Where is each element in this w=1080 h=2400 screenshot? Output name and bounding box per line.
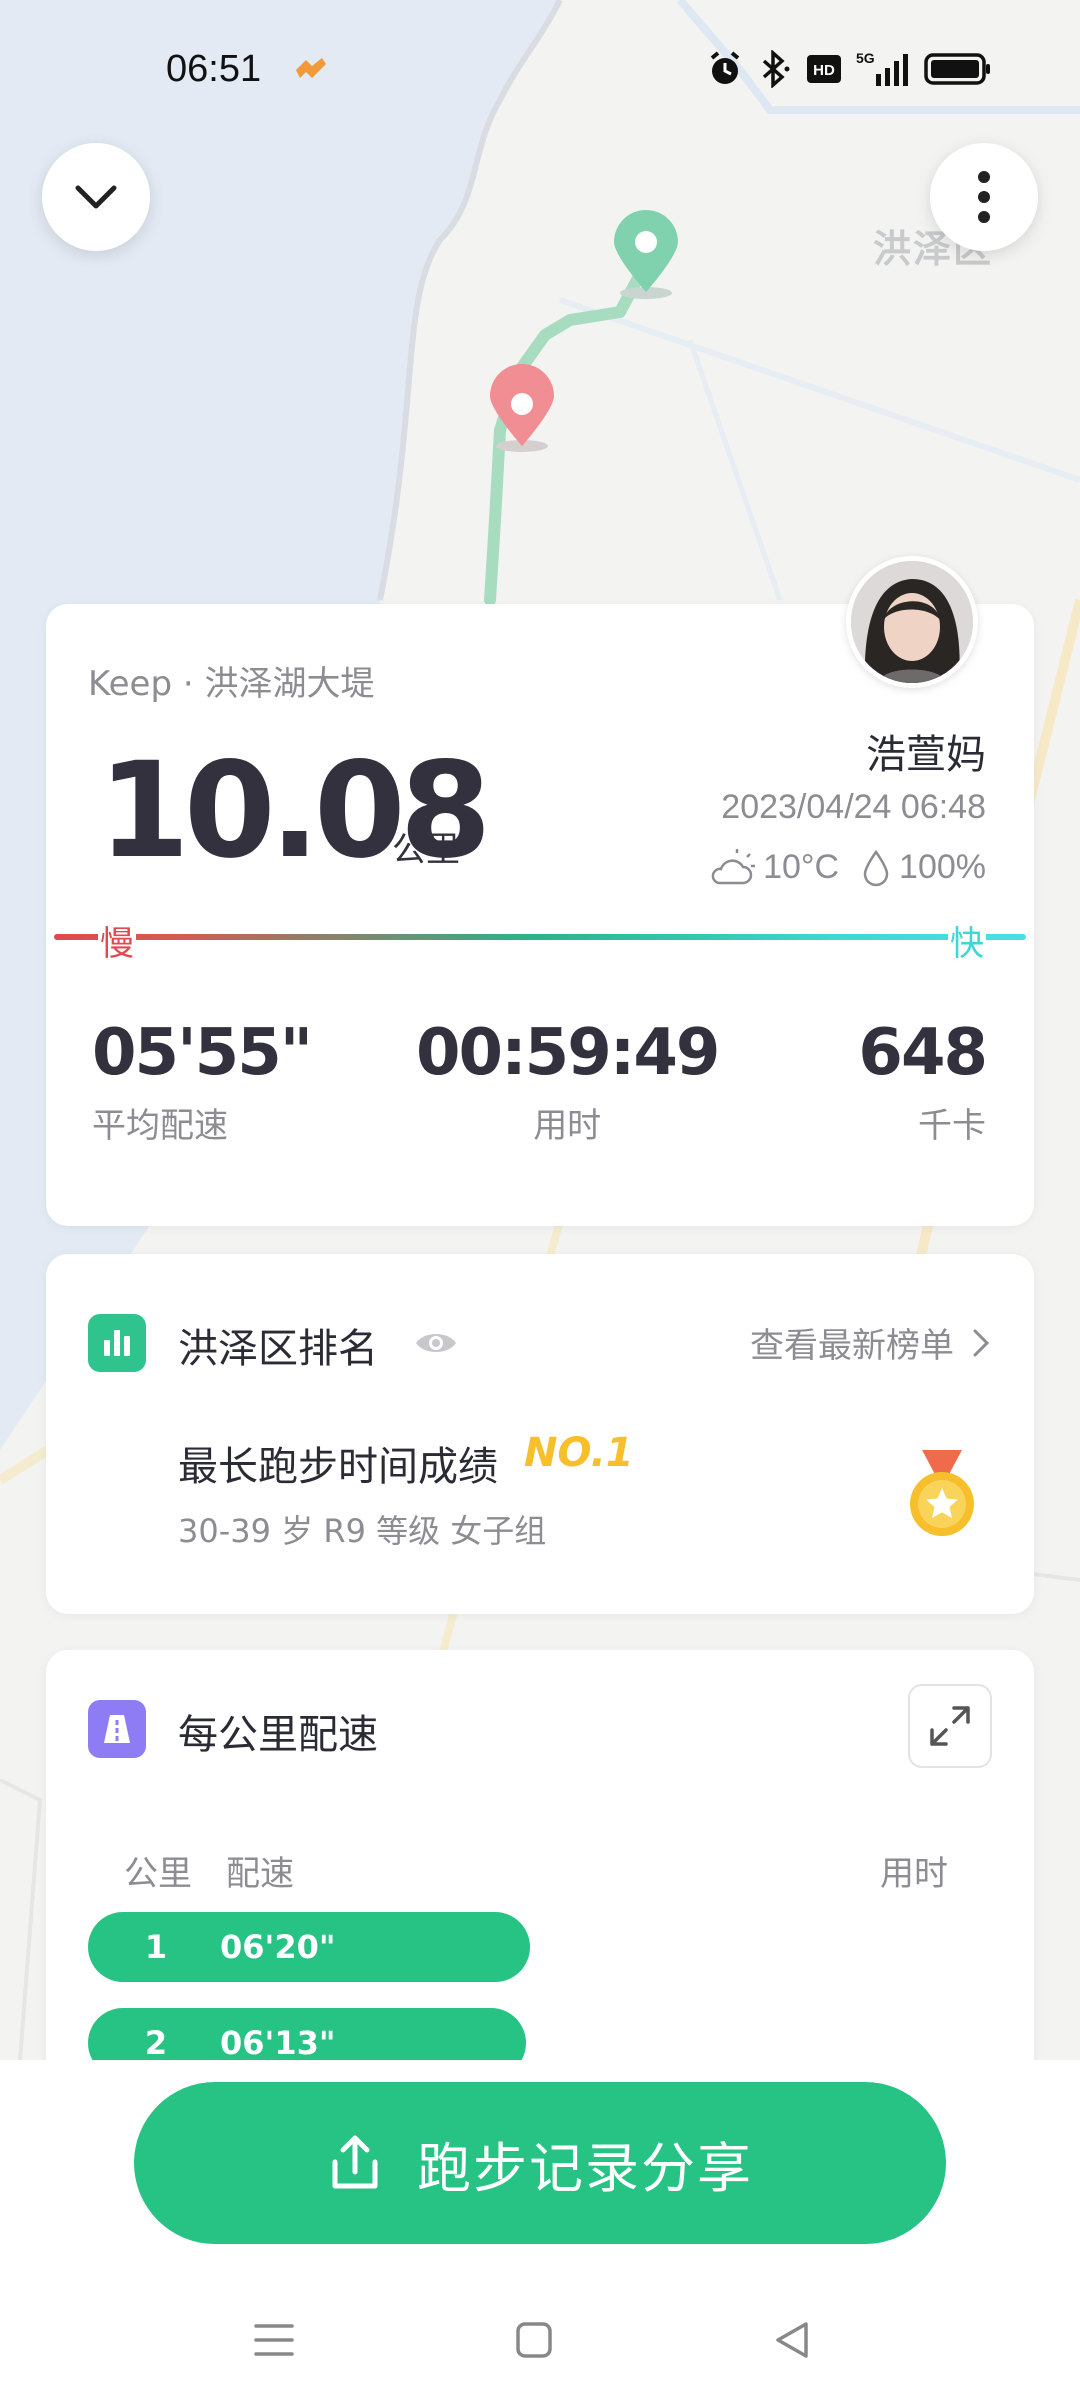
ranking-card: 洪泽区排名 查看最新榜单 最长跑步时间成绩 NO.1 30-39 岁 R9 等级… — [46, 1254, 1034, 1614]
ranking-group: 30-39 岁 R9 等级 女子组 — [178, 1512, 547, 1550]
user-name: 浩萱妈 — [866, 732, 986, 778]
stat-label: 平均配速 — [92, 1106, 228, 1146]
signal-5g-icon: 5G — [856, 50, 910, 92]
back-triangle-icon — [776, 2322, 808, 2358]
humidity-drop-icon — [863, 849, 889, 886]
svg-text:HD: HD — [813, 62, 835, 79]
humidity: 100% — [899, 848, 986, 886]
view-leaderboard-label: 查看最新榜单 — [750, 1326, 954, 1366]
pace-row-km: 1 — [144, 1928, 168, 1966]
speed-gradient-bar — [54, 934, 1026, 940]
distance-unit: 公里 — [392, 830, 460, 870]
alarm-icon — [706, 50, 744, 92]
stat-value: 648 — [858, 1016, 988, 1090]
pace-row-value: 06'13" — [220, 2024, 336, 2062]
status-time: 06:51 — [166, 48, 262, 90]
pace-row-km: 2 — [144, 2024, 168, 2062]
expand-icon — [930, 1706, 970, 1746]
view-leaderboard-link[interactable]: 查看最新榜单 — [750, 1318, 990, 1367]
column-pace: 配速 — [226, 1854, 294, 1894]
stat-label: 千卡 — [918, 1106, 986, 1146]
nav-back-button[interactable] — [762, 2310, 822, 2370]
stat-value: 05'55" — [92, 1016, 313, 1090]
temperature: 10°C — [763, 848, 840, 886]
eye-icon[interactable] — [414, 1328, 458, 1358]
stat-calories: 648 千卡 — [858, 1016, 988, 1147]
stat-avg-pace: 05'55" 平均配速 — [92, 1016, 313, 1147]
bar-chart-icon — [88, 1314, 146, 1372]
avatar[interactable] — [846, 556, 978, 688]
pace-title: 每公里配速 — [178, 1712, 378, 1758]
chevron-down-icon — [75, 185, 117, 209]
share-upload-icon — [332, 2135, 378, 2189]
medal-icon — [910, 1450, 974, 1536]
partly-cloudy-icon — [711, 848, 756, 884]
status-bar: 06:51 HD 5G — [0, 0, 1080, 140]
pace-row-value: 06'20" — [220, 1928, 336, 1966]
ranking-achievement: 最长跑步时间成绩 — [178, 1444, 498, 1490]
more-options-button[interactable] — [930, 143, 1038, 251]
nav-home-button[interactable] — [504, 2310, 564, 2370]
collapse-button[interactable] — [42, 143, 150, 251]
expand-button[interactable] — [908, 1684, 992, 1768]
nav-menu-button[interactable] — [244, 2310, 304, 2370]
stat-value: 00:59:49 — [416, 1016, 720, 1090]
share-run-button[interactable]: 跑步记录分享 — [134, 2082, 946, 2244]
stat-label: 用时 — [533, 1106, 602, 1146]
run-summary-card: Keep · 洪泽湖大堤 10.08 公里 浩萱妈 2023/04/24 06:… — [46, 556, 1034, 1226]
run-location: Keep · 洪泽湖大堤 — [88, 664, 375, 704]
chevron-right-icon — [973, 1329, 990, 1356]
bottom-bar: 跑步记录分享 — [0, 2060, 1080, 2400]
home-square-icon — [516, 2322, 552, 2358]
bluetooth-icon — [758, 49, 792, 92]
column-km: 公里 — [124, 1854, 192, 1894]
more-vertical-icon — [978, 171, 990, 223]
road-icon — [88, 1700, 146, 1758]
hd-icon: HD — [806, 54, 842, 88]
weather-info: 10°C 100% — [707, 848, 986, 887]
start-pin — [614, 210, 678, 299]
keep-notification-icon — [296, 58, 326, 78]
pace-row: 1 06'20" — [88, 1912, 530, 1982]
run-datetime: 2023/04/24 06:48 — [721, 788, 986, 826]
battery-icon — [924, 52, 992, 90]
svg-text:5G: 5G — [856, 50, 875, 66]
column-time: 用时 — [880, 1854, 948, 1894]
share-run-label: 跑步记录分享 — [417, 2136, 753, 2200]
ranking-position: NO.1 — [524, 1430, 634, 1476]
speed-fast-label: 快 — [948, 916, 986, 965]
menu-icon — [254, 2324, 294, 2356]
speed-slow-label: 慢 — [98, 916, 136, 965]
stat-duration: 00:59:49 用时 — [416, 1016, 720, 1147]
ranking-title: 洪泽区排名 — [178, 1326, 378, 1372]
